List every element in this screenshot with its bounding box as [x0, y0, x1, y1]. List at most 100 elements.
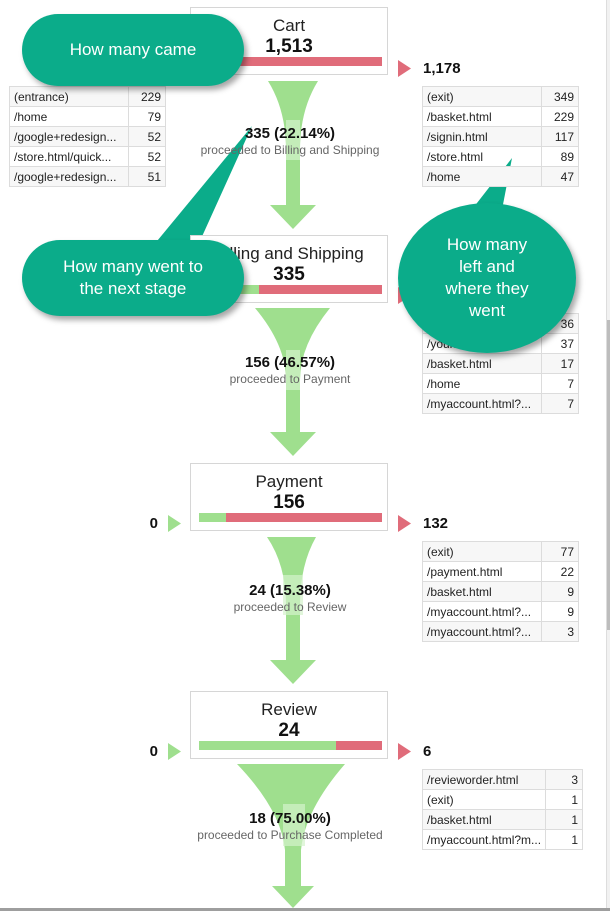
- table-row[interactable]: /basket.html 229: [422, 106, 579, 127]
- table-row[interactable]: /payment.html 22: [422, 561, 579, 582]
- conversion-text: proceeded to Payment: [229, 372, 351, 386]
- callout-text: How many left and where they went: [445, 235, 529, 320]
- page-path: /home: [422, 166, 542, 187]
- page-path: /home: [422, 373, 542, 394]
- count: 17: [541, 353, 579, 374]
- page-path: (exit): [422, 541, 542, 562]
- count: 229: [128, 86, 166, 107]
- page-path: (entrance): [9, 86, 129, 107]
- table-row[interactable]: /google+redesign... 51: [9, 166, 166, 187]
- count: 3: [541, 621, 579, 642]
- exit-arrow-icon: [398, 60, 411, 77]
- conversion-text: proceeded to Purchase Completed: [197, 828, 383, 842]
- conversion-value: 156 (46.57%): [244, 354, 336, 371]
- conversion-value: 335 (22.14%): [244, 125, 336, 142]
- stage-name: Payment: [255, 472, 323, 491]
- exit-destinations-table: (exit) 349 /basket.html 229 /signin.html 11…: [422, 86, 579, 187]
- callout-how-many-came: How many came: [22, 14, 244, 86]
- page-path: /basket.html: [422, 106, 542, 127]
- table-row[interactable]: /revieworder.html 3: [421, 769, 584, 790]
- count: 22: [541, 561, 579, 582]
- table-row[interactable]: /basket.html 1: [421, 809, 584, 830]
- exit-arrow-icon: [398, 515, 411, 532]
- conversion-text: proceeded to Review: [233, 600, 347, 614]
- count: 51: [128, 166, 166, 187]
- conversion-label: 18 (75.00%) proceeded to Purchase Comple…: [140, 810, 440, 842]
- callout-text: How many went to the next stage: [63, 257, 203, 298]
- table-row[interactable]: /myaccount.html?m... 1: [421, 829, 584, 850]
- exit-count: 6: [423, 743, 432, 760]
- down-arrow-icon: [270, 432, 316, 456]
- stage-continue-fill: [199, 741, 337, 750]
- count: 3: [545, 769, 584, 790]
- conversion-value: 18 (75.00%): [249, 810, 331, 827]
- stage-progress-bar: [199, 741, 382, 750]
- funnel-stage-payment[interactable]: Payment 156: [190, 463, 388, 531]
- count: 349: [541, 86, 579, 107]
- page-path: /signin.html: [422, 126, 542, 147]
- count: 9: [541, 581, 579, 602]
- table-row[interactable]: /myaccount.html?... 7: [422, 393, 579, 414]
- exit-count: 132: [423, 515, 449, 532]
- count: 1: [545, 789, 584, 810]
- page-path: /myaccount.html?...: [422, 393, 542, 414]
- table-row[interactable]: /signin.html 117: [422, 126, 579, 147]
- down-arrow-icon: [270, 660, 316, 684]
- page-path: /basket.html: [422, 581, 542, 602]
- table-row[interactable]: /basket.html 17: [422, 353, 579, 374]
- page-path: /google+redesign...: [9, 166, 129, 187]
- exit-arrow-icon: [398, 743, 411, 760]
- page-path: /google+redesign...: [9, 126, 129, 147]
- page-path: (exit): [421, 789, 547, 810]
- entry-arrow-icon: [168, 515, 181, 532]
- count: 117: [541, 126, 579, 147]
- count: 229: [541, 106, 579, 127]
- count: 79: [128, 106, 166, 127]
- page-path: (exit): [422, 86, 542, 107]
- conversion-label: 24 (15.38%) proceeded to Review: [140, 582, 440, 614]
- count: 7: [541, 393, 579, 414]
- table-row[interactable]: (entrance) 229: [9, 86, 166, 107]
- page-path: /basket.html: [421, 809, 547, 830]
- count: 7: [541, 373, 579, 394]
- entry-count: 0: [149, 515, 158, 532]
- table-row[interactable]: /myaccount.html?... 9: [422, 601, 579, 622]
- count: 89: [541, 146, 579, 167]
- page-path: /myaccount.html?...: [422, 601, 542, 622]
- exit-destinations-table: /revieworder.html 3 (exit) 1 /basket.html 1…: [421, 769, 584, 850]
- table-row[interactable]: /home 79: [9, 106, 166, 127]
- count: 1: [545, 829, 584, 850]
- table-row[interactable]: /myaccount.html?... 3: [422, 621, 579, 642]
- conversion-text: proceeded to Billing and Shipping: [200, 143, 380, 157]
- table-row[interactable]: (exit) 1: [421, 789, 584, 810]
- stage-name: Review: [261, 700, 317, 719]
- stage-count: 156: [273, 492, 305, 513]
- table-row[interactable]: (exit) 349: [422, 86, 579, 107]
- table-row[interactable]: /store.html 89: [422, 146, 579, 167]
- table-row[interactable]: /home 7: [422, 373, 579, 394]
- table-row[interactable]: /basket.html 9: [422, 581, 579, 602]
- stage-count: 24: [278, 720, 300, 741]
- funnel-stage-review[interactable]: Review 24: [190, 691, 388, 759]
- entry-count: 0: [149, 743, 158, 760]
- page-path: /myaccount.html?m...: [421, 829, 547, 850]
- table-row[interactable]: (exit) 77: [422, 541, 579, 562]
- callout-how-many-left: How many left and where they went: [398, 203, 576, 353]
- count: 9: [541, 601, 579, 622]
- page-path: /payment.html: [422, 561, 542, 582]
- count: 1: [545, 809, 584, 830]
- down-arrow-icon: [270, 205, 316, 229]
- stage-continue-fill: [199, 513, 227, 522]
- page-path: /basket.html: [422, 353, 542, 374]
- table-row[interactable]: /home 47: [422, 166, 579, 187]
- entry-arrow-icon: [168, 743, 181, 760]
- exit-destinations-table: (exit) 77 /payment.html 22 /basket.html 9 /…: [422, 541, 579, 642]
- page-path: /store.html: [422, 146, 542, 167]
- count: 47: [541, 166, 579, 187]
- down-arrow-icon: [272, 886, 314, 908]
- page-path: /myaccount.html?...: [422, 621, 542, 642]
- conversion-label: 156 (46.57%) proceeded to Payment: [140, 354, 440, 386]
- conversion-value: 24 (15.38%): [249, 582, 331, 599]
- stage-progress-bar: [199, 513, 382, 522]
- page-path: /store.html/quick...: [9, 146, 129, 167]
